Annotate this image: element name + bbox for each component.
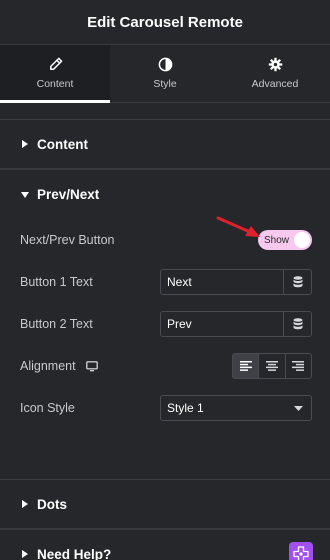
tab-style[interactable]: Style [110,45,220,102]
database-icon [293,276,302,288]
control-alignment: Alignment [20,345,312,387]
panel-header: Edit Carousel Remote [0,0,330,45]
show-toggle-switch[interactable]: Show [258,230,312,250]
section-content-toggle[interactable]: Content [0,119,330,169]
align-left-button[interactable] [233,354,260,378]
section-label: Need Help? [37,546,112,560]
toggle-knob [294,232,310,248]
align-center-icon [265,361,278,371]
section-dots-toggle[interactable]: Dots [0,479,330,529]
button1-text-field[interactable]: Next [160,269,312,295]
tab-advanced[interactable]: Advanced [220,45,330,102]
section-dots: Dots [0,479,330,529]
control-label: Button 2 Text [20,317,93,331]
dynamic-tags-button[interactable] [283,270,311,294]
section-label: Dots [37,496,67,512]
control-nextprev-button: Next/Prev Button Show [20,219,312,261]
caret-right-icon [20,549,30,559]
section-content: Content [0,119,330,169]
control-label: Icon Style [20,401,75,415]
align-center-button[interactable] [259,354,286,378]
database-icon [293,318,302,330]
section-label: Content [37,136,88,152]
select-value: Style 1 [167,401,204,415]
section-prevnext-toggle[interactable]: Prev/Next [0,169,330,219]
align-right-icon [292,361,305,371]
alignment-label: Alignment [20,359,76,373]
desktop-icon[interactable] [85,360,98,372]
control-icon-style: Icon Style Style 1 [20,387,312,429]
section-help: Need Help? [0,529,330,560]
control-label: Next/Prev Button [20,233,115,247]
section-label: Prev/Next [37,187,100,202]
prevnext-controls: Next/Prev Button Show Button 1 Text Next [0,219,330,479]
chevron-down-icon [294,405,303,411]
plugin-logo-icon [289,542,313,560]
panel-title: Edit Carousel Remote [87,13,243,31]
tab-label: Style [153,78,177,90]
input-value[interactable]: Next [161,275,283,289]
section-prevnext: Prev/Next Next/Prev Button Show Button 1… [0,169,330,479]
control-label: Button 1 Text [20,275,93,289]
icon-style-select[interactable]: Style 1 [160,395,312,421]
tab-bar: Content Style Advanced [0,45,330,103]
half-circle-icon [158,57,172,72]
alignment-choices [232,353,312,379]
align-left-icon [239,361,252,371]
tab-content[interactable]: Content [0,45,110,103]
section-help-toggle[interactable]: Need Help? [0,529,330,560]
spacer [0,103,330,119]
caret-right-icon [20,499,30,509]
align-right-button[interactable] [286,354,311,378]
button2-text-field[interactable]: Prev [160,311,312,337]
caret-down-icon [20,190,30,200]
tab-label: Content [36,78,74,90]
input-value[interactable]: Prev [161,317,283,331]
caret-right-icon [20,139,30,149]
control-label: Alignment [20,359,98,373]
pencil-icon [49,57,62,70]
gear-icon [268,57,282,72]
control-button2-text: Button 2 Text Prev [20,303,312,345]
toggle-label: Show [264,234,290,246]
dynamic-tags-button[interactable] [283,312,311,336]
control-button1-text: Button 1 Text Next [20,261,312,303]
tab-label: Advanced [251,78,299,90]
